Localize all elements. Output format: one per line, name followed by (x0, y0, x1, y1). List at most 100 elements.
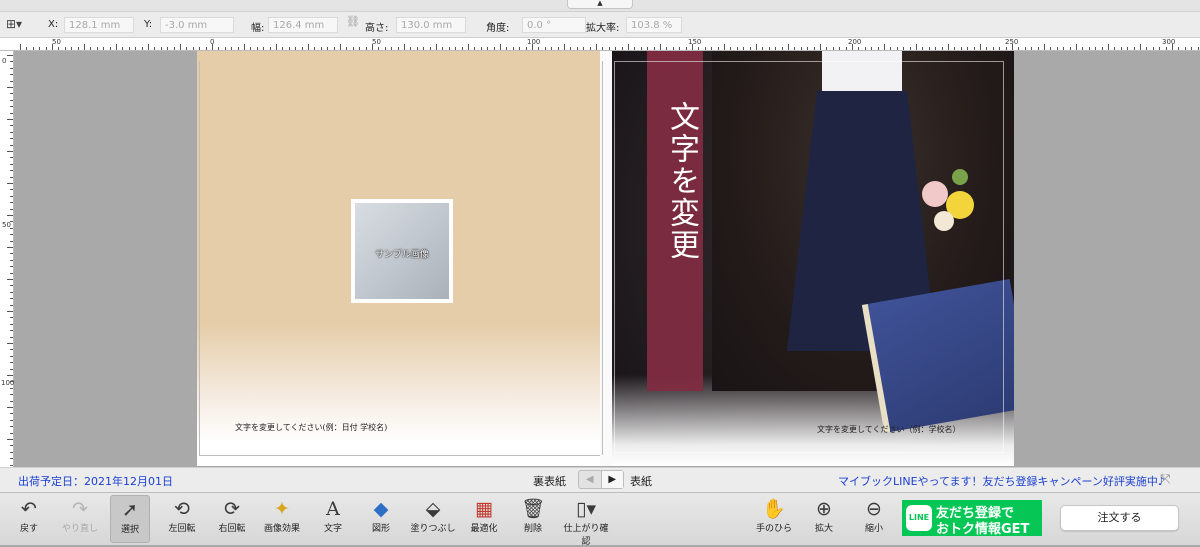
order-button[interactable]: 注文する (1060, 505, 1179, 531)
ruler-tick (10, 451, 13, 453)
ruler-tick (1108, 44, 1109, 50)
ruler-tick (10, 227, 13, 229)
ruler-tick (128, 47, 130, 50)
line-friend-ad[interactable]: LINE 友だち登録で おトク情報GET (902, 500, 1042, 537)
front-cover[interactable]: 文字を変更 文字を変更してください（例：学校名） (612, 51, 1014, 466)
ruler-tick (800, 47, 802, 50)
ruler-tick (359, 47, 361, 50)
ruler-tick (365, 47, 367, 50)
ruler-tick (244, 44, 245, 50)
hand-tool-button[interactable]: ✋ 手のひら (754, 497, 794, 534)
line-campaign-link[interactable]: マイブックLINEやってます！友だち登録キャンペーン好評実施中♪ (838, 473, 1165, 489)
zoom-label: 拡大率: (586, 23, 620, 34)
undo-icon: ↶ (21, 498, 37, 520)
text-tool-button[interactable]: A 文字 (318, 497, 348, 534)
ruler-tick (20, 44, 21, 50)
back-cover-tab[interactable]: 裏表紙 (533, 473, 566, 489)
select-tool-button[interactable]: ➚ 選択 (110, 495, 150, 543)
ruler-tick (10, 355, 13, 357)
preview-label: 仕上がり確認 (563, 524, 609, 547)
ruler-tick (1056, 47, 1058, 50)
rotate-right-button[interactable]: ⟳ 右回転 (212, 497, 252, 534)
ruler-tick (1095, 47, 1097, 50)
width-label: 幅: (251, 23, 265, 34)
ruler-tick (10, 67, 13, 69)
y-field[interactable]: -3.0 mm (160, 17, 234, 33)
ruler-tick (500, 44, 501, 50)
shape-tool-button[interactable]: ◆ 図形 (366, 497, 396, 534)
ruler-tick (928, 47, 930, 50)
zoom-field[interactable]: 103.8 % (626, 17, 682, 33)
undo-button[interactable]: ↶ 戻す (12, 497, 46, 534)
width-field[interactable]: 126.4 mm (268, 17, 338, 33)
ruler-tick (10, 464, 13, 466)
cover-spread[interactable]: サンプル画像 文字を変更してください(例：日付 学校名) 文字を変更 文字を変更… (197, 51, 1014, 466)
status-bar: 出荷予定日：2021年12月01日 裏表紙 ◀ ▶ 表紙 マイブックLINEやっ… (0, 467, 1200, 492)
image-effect-button[interactable]: ✦ 画像効果 (260, 497, 304, 534)
ruler-tick (10, 99, 13, 101)
next-page-button[interactable]: ▶ (601, 471, 623, 488)
front-cover-tab[interactable]: 表紙 (630, 473, 652, 489)
optimize-button[interactable]: ▦ 最適化 (466, 497, 502, 534)
collapse-tab[interactable]: ▲ (567, 0, 633, 9)
ship-date: 出荷予定日：2021年12月01日 (18, 475, 173, 488)
ruler-tick (10, 131, 13, 133)
zoom-in-button[interactable]: ⊕ 拡大 (810, 497, 838, 534)
ruler-tick (135, 47, 137, 50)
ruler-tick (608, 47, 610, 50)
window-grabber[interactable]: ▲ (0, 0, 1200, 12)
ruler-tick (397, 47, 399, 50)
ruler-tick (10, 144, 13, 146)
back-cover[interactable]: サンプル画像 文字を変更してください(例：日付 学校名) (197, 51, 600, 466)
zoom-out-button[interactable]: ⊖ 縮小 (860, 497, 888, 534)
bottom-toolbar: ↶ 戻す ↷ やり直し ➚ 選択 ⟲ 左回転 ⟳ 右回転 ✦ 画像効果 A 文字… (0, 492, 1200, 547)
link-chain-icon[interactable]: ⛓ (346, 15, 360, 28)
sample-photo-frame[interactable]: サンプル画像 (351, 199, 453, 303)
ruler-tick (10, 419, 13, 421)
ruler-tick (679, 47, 681, 50)
rotate-left-label: 左回転 (168, 524, 196, 534)
ruler-tick (455, 47, 457, 50)
ruler-tick (10, 323, 13, 325)
ruler-tick (116, 44, 117, 50)
ruler-tick (768, 47, 770, 50)
height-field[interactable]: 130.0 mm (396, 17, 466, 33)
back-cover-caption[interactable]: 文字を変更してください(例：日付 学校名) (235, 422, 387, 433)
zoom-in-icon: ⊕ (816, 498, 832, 520)
ruler-tick (224, 47, 226, 50)
sample-photo[interactable]: サンプル画像 (355, 203, 449, 299)
angle-field[interactable]: 0.0 ° (522, 17, 586, 33)
ruler-tick (10, 285, 13, 287)
rotate-left-button[interactable]: ⟲ 左回転 (162, 497, 202, 534)
ruler-tick (314, 47, 316, 50)
ruler-tick (788, 44, 789, 50)
ruler-tick (122, 47, 124, 50)
ruler-tick (26, 47, 28, 50)
fullscreen-icon[interactable]: ⤧ (1160, 472, 1170, 487)
ruler-tick (7, 439, 13, 440)
undo-label: 戻す (19, 524, 38, 534)
fill-tool-button[interactable]: ⬙ 塗りつぶし (410, 497, 456, 534)
delete-button[interactable]: 🗑 削除 (518, 497, 548, 534)
redo-icon: ↷ (72, 498, 88, 520)
ruler-tick (852, 44, 853, 50)
x-field[interactable]: 128.1 mm (64, 17, 134, 33)
ruler-tick (10, 163, 13, 165)
ruler-tick (1024, 47, 1026, 50)
ruler-tick (10, 349, 13, 351)
ruler-label: 150 (688, 38, 702, 46)
redo-button[interactable]: ↷ やり直し (58, 497, 102, 534)
preview-button[interactable]: ▯▾ 仕上がり確認 (560, 497, 612, 547)
prev-page-button[interactable]: ◀ (579, 471, 602, 488)
image-effect-label: 画像効果 (263, 524, 300, 534)
ruler-tick (864, 47, 866, 50)
ruler-tick (935, 47, 937, 50)
ruler-tick (10, 157, 13, 159)
front-cover-caption[interactable]: 文字を変更してください（例：学校名） (817, 424, 961, 435)
ruler-tick (711, 47, 713, 50)
ruler-tick (980, 44, 981, 50)
ruler-tick (506, 47, 508, 50)
align-menu-icon[interactable]: ⊞▾ (6, 17, 22, 31)
ruler-tick (10, 400, 13, 402)
ruler-tick (743, 47, 745, 50)
